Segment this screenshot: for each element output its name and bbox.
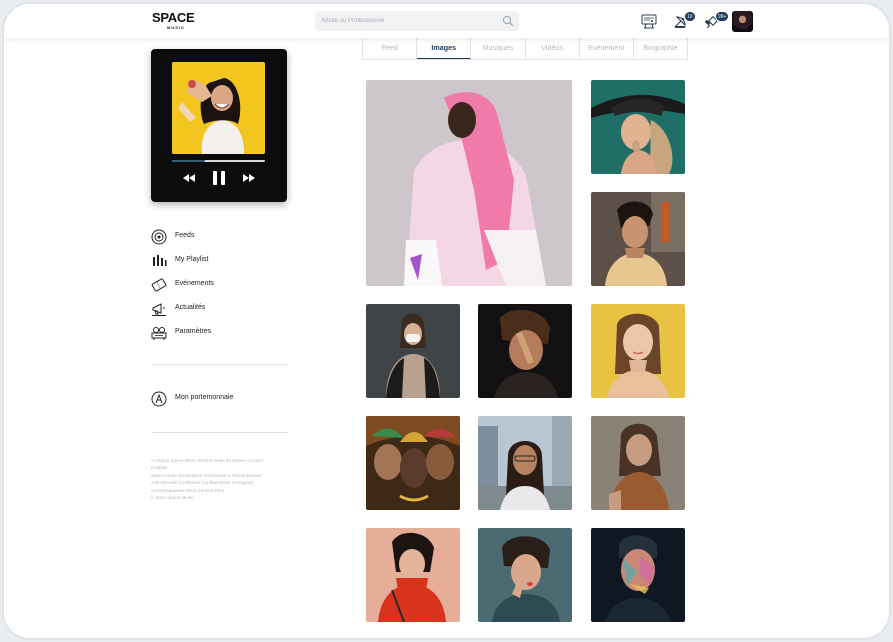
gallery-image[interactable] bbox=[478, 304, 572, 398]
megaphone-icon bbox=[152, 303, 166, 316]
messages-badge: 99+ bbox=[715, 11, 730, 22]
app-window: SPACE MUSIC 10 bbox=[4, 4, 889, 638]
disc-icon bbox=[151, 229, 167, 245]
music-player bbox=[151, 49, 287, 202]
fast-forward-icon[interactable] bbox=[242, 173, 256, 183]
footer-line[interactable]: Ads Sécurité Conditions Confidentialité … bbox=[151, 479, 281, 486]
rewind-icon[interactable] bbox=[182, 173, 196, 183]
sidebar-item-parametres[interactable]: Paramètres bbox=[151, 321, 291, 345]
sidebar-item-evenements[interactable]: Evénements bbox=[151, 273, 291, 297]
gallery-image[interactable] bbox=[591, 80, 685, 174]
ticket-icon bbox=[151, 278, 167, 292]
tab-musiques[interactable]: Musiques bbox=[471, 38, 526, 59]
gallery-image[interactable] bbox=[591, 192, 685, 286]
notification-badge: 10 bbox=[684, 11, 696, 22]
sidebar-item-actualites[interactable]: Actualités bbox=[151, 297, 291, 321]
equalizer-icon bbox=[153, 255, 167, 266]
sidebar-item-playlist[interactable]: My Playlist bbox=[151, 249, 291, 273]
tab-feed[interactable]: Feed bbox=[363, 38, 418, 59]
gallery-image[interactable] bbox=[591, 304, 685, 398]
settings-icon bbox=[151, 327, 167, 340]
wallet-label: Mon portemonnaie bbox=[175, 394, 234, 401]
sidebar-item-label: Feeds bbox=[175, 232, 195, 239]
sidebar-item-feeds[interactable]: Feeds bbox=[151, 225, 291, 249]
sidebar-item-label: My Playlist bbox=[175, 256, 209, 263]
gallery-image[interactable] bbox=[366, 304, 460, 398]
footer-line[interactable]: Space Music Developers Transparency Reco… bbox=[151, 472, 281, 479]
pause-icon[interactable] bbox=[212, 170, 226, 186]
player-progress-bar[interactable] bbox=[172, 160, 265, 162]
search-input[interactable] bbox=[321, 14, 496, 28]
tab-videos[interactable]: Vidéos bbox=[526, 38, 580, 59]
logo-subtext: MUSIC bbox=[167, 25, 185, 30]
gallery-image[interactable] bbox=[591, 416, 685, 510]
sidebar-item-label: Evénements bbox=[175, 280, 214, 287]
gallery-image[interactable] bbox=[478, 416, 572, 510]
sidebar-item-label: Paramètres bbox=[175, 328, 212, 335]
space-music-logo[interactable]: SPACE MUSIC bbox=[152, 10, 196, 30]
wallet-icon bbox=[151, 391, 167, 407]
tab-biographie[interactable]: Biographie bbox=[634, 38, 687, 59]
logo-text: SPACE bbox=[152, 10, 195, 25]
profile-tabs: Feed Images Musiques Vidéos Evénement Bi… bbox=[362, 38, 688, 60]
sidebar-nav: Feeds My Playlist Evénements Actualités … bbox=[151, 225, 291, 345]
footer-line[interactable]: Emplois bbox=[151, 464, 281, 471]
gallery-image[interactable] bbox=[591, 528, 685, 622]
sidebar-item-label: Actualités bbox=[175, 304, 206, 311]
studio-icon[interactable] bbox=[640, 12, 658, 30]
tab-evenement[interactable]: Evénement bbox=[580, 38, 634, 59]
avatar[interactable] bbox=[732, 11, 753, 32]
gallery-image[interactable] bbox=[366, 416, 460, 510]
tab-images[interactable]: Images bbox=[417, 38, 472, 59]
sidebar-divider bbox=[151, 364, 288, 365]
search-icon[interactable] bbox=[502, 15, 514, 27]
search-bar bbox=[315, 11, 519, 31]
player-progress-fill bbox=[172, 160, 205, 162]
top-bar: SPACE MUSIC 10 bbox=[4, 4, 889, 38]
gallery-image[interactable] bbox=[478, 528, 572, 622]
copyright: © 2022 Space Music bbox=[151, 495, 194, 501]
gallery-image[interactable] bbox=[366, 528, 460, 622]
footer-links: A propos Space Music Emisso Salle de pre… bbox=[151, 457, 281, 501]
gallery-image[interactable] bbox=[366, 80, 572, 286]
album-art bbox=[172, 62, 265, 154]
footer-line[interactable]: A propos Space Music Emisso Salle de pre… bbox=[151, 457, 281, 464]
wallet-link[interactable]: Mon portemonnaie bbox=[151, 389, 291, 409]
sidebar-divider bbox=[151, 432, 288, 433]
footer-line[interactable]: communautaires Droit d'auteur Plus bbox=[151, 487, 281, 494]
